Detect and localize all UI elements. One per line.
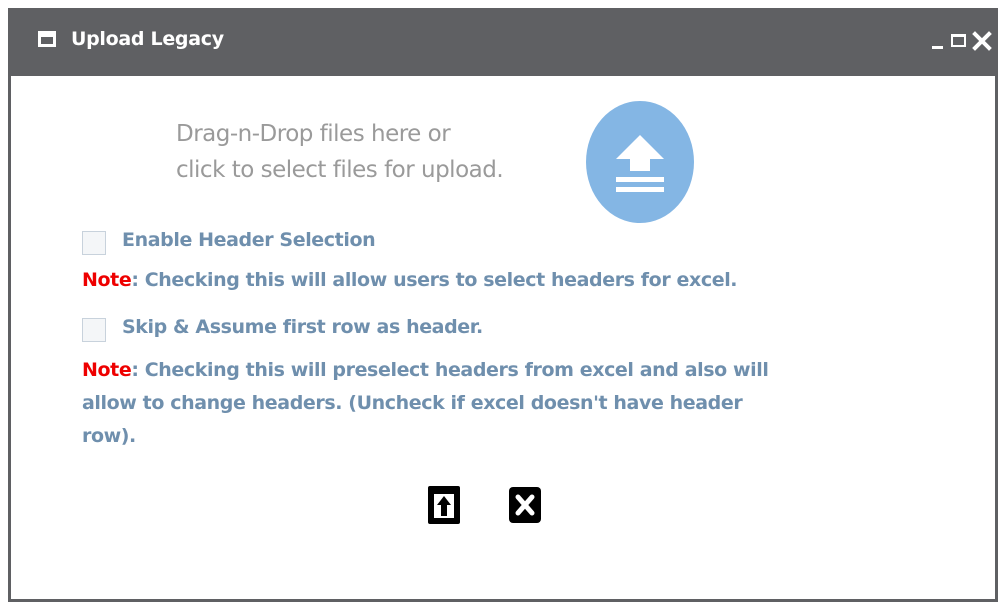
note-keyword: Note xyxy=(82,269,132,291)
upload-icon[interactable] xyxy=(425,482,463,528)
note-text: : Checking this will preselect headers f… xyxy=(131,359,769,381)
enable-header-selection-label[interactable]: Enable Header Selection xyxy=(122,229,376,251)
upload-legacy-dialog: Upload Legacy Drag-n-Drop files here or … xyxy=(8,8,998,602)
dialog-titlebar[interactable]: Upload Legacy xyxy=(11,8,998,76)
file-dropzone[interactable]: Drag-n-Drop files here or click to selec… xyxy=(11,76,998,226)
dropzone-instructions: Drag-n-Drop files here or click to selec… xyxy=(176,116,504,188)
skip-first-row-checkbox[interactable] xyxy=(82,318,106,342)
upload-arrow-icon[interactable] xyxy=(586,101,694,223)
note-text: : Checking this will allow users to sele… xyxy=(131,269,738,291)
note-text-line-2: allow to change headers. (Uncheck if exc… xyxy=(82,392,743,414)
close-icon[interactable] xyxy=(972,30,992,52)
dropzone-line-2: click to select files for upload. xyxy=(176,157,504,183)
dialog-title: Upload Legacy xyxy=(71,28,224,50)
dropzone-line-1: Drag-n-Drop files here or xyxy=(176,121,451,147)
note-text-line-3: row). xyxy=(82,425,136,447)
enable-header-selection-note: Note: Checking this will allow users to … xyxy=(82,264,738,297)
minimize-icon[interactable] xyxy=(931,30,945,52)
window-icon xyxy=(38,31,56,47)
maximize-icon[interactable] xyxy=(950,30,968,52)
skip-first-row-note: Note: Checking this will preselect heade… xyxy=(82,354,769,453)
cancel-icon[interactable] xyxy=(506,482,544,528)
enable-header-selection-checkbox[interactable] xyxy=(82,231,106,255)
skip-first-row-label[interactable]: Skip & Assume first row as header. xyxy=(122,316,483,338)
screen-background: Upload Legacy Drag-n-Drop files here or … xyxy=(0,0,998,602)
note-keyword: Note xyxy=(82,359,132,381)
